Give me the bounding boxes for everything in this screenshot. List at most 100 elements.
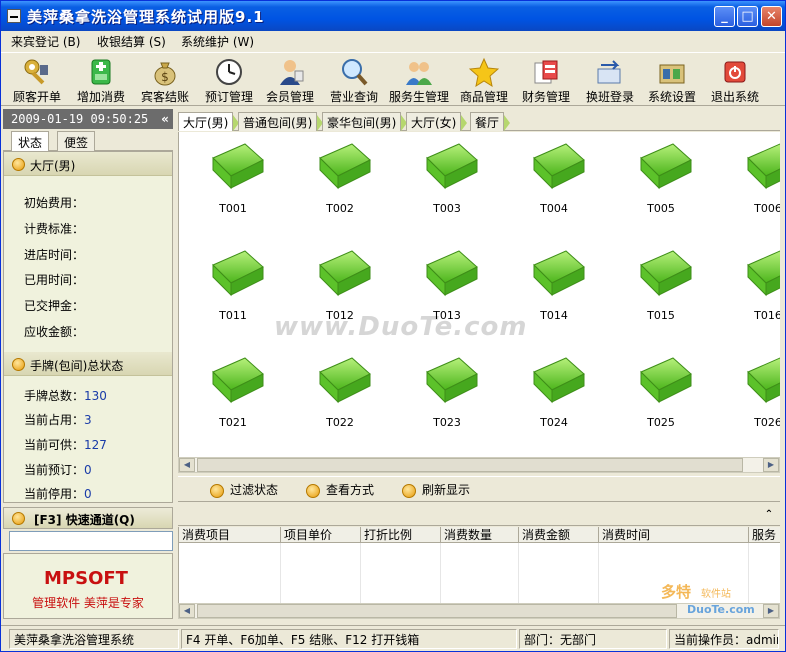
field-elapsed-time: 已用时间：	[24, 273, 85, 287]
room-tile[interactable]: T011	[193, 239, 273, 329]
room-number: T023	[433, 416, 461, 429]
room-folder-icon	[319, 143, 371, 190]
room-number: T026	[754, 416, 780, 429]
divider	[280, 543, 281, 603]
svg-text:$: $	[161, 70, 169, 84]
tab-status[interactable]: 状态	[11, 131, 50, 151]
room-action-bar: 过滤状态 查看方式 刷新显示	[178, 476, 780, 502]
toolbar-exit-button[interactable]: 退出系统	[705, 53, 765, 105]
close-button[interactable]: ✕	[761, 6, 782, 27]
room-number: T016	[754, 309, 780, 322]
filter-status-button[interactable]: 过滤状态	[210, 481, 278, 499]
toolbar-reservation-button[interactable]: 预订管理	[199, 53, 259, 105]
column-header[interactable]: 消费项目	[179, 527, 281, 543]
column-header[interactable]: 项目单价	[281, 527, 361, 543]
refresh-button[interactable]: 刷新显示	[402, 481, 470, 499]
section-header-wristband[interactable]: 手牌(包间)总状态	[4, 352, 172, 376]
tab-hall-male[interactable]: 大厅(男)	[178, 112, 240, 131]
room-tile[interactable]: T003	[407, 132, 487, 222]
room-folder-icon	[319, 250, 371, 297]
toolbar-member-button[interactable]: 会员管理	[259, 53, 321, 105]
column-header[interactable]: 消费时间	[599, 527, 749, 543]
title-bar[interactable]: 美萍桑拿洗浴管理系统试用版9.1 _ □ ✕	[1, 1, 785, 31]
divider	[518, 543, 519, 603]
room-tile[interactable]: T014	[514, 239, 594, 329]
toolbar-product-button[interactable]: 商品管理	[453, 53, 515, 105]
toolbar-shift-login-button[interactable]: 换班登录	[579, 53, 641, 105]
room-folder-icon	[426, 143, 478, 190]
finance-icon	[534, 60, 558, 84]
tab-notes[interactable]: 便签	[57, 131, 96, 151]
room-folder-icon	[747, 143, 780, 190]
room-tile[interactable]: T013	[407, 239, 487, 329]
svg-text:多特: 多特	[661, 583, 691, 601]
column-header[interactable]: 消费金额	[519, 527, 599, 543]
room-grid: www.DuoTe.com T001 T002 T003 T004 T005 T006 T0…	[178, 132, 780, 457]
scroll-right-icon[interactable]: ▶	[763, 458, 779, 472]
stat-available: 当前可供：127	[24, 438, 107, 452]
menu-checkin[interactable]: 来宾登记 (B)	[11, 33, 80, 50]
stat-occupied: 当前占用：3	[24, 413, 92, 427]
room-tile[interactable]: T022	[300, 346, 380, 436]
tab-deluxe-room-male[interactable]: 豪华包间(男)	[322, 112, 408, 131]
scroll-thumb[interactable]	[197, 604, 677, 618]
room-tile[interactable]: T023	[407, 346, 487, 436]
room-folder-icon	[533, 357, 585, 404]
scroll-left-icon[interactable]: ◀	[179, 604, 195, 618]
power-icon	[724, 61, 746, 83]
room-tile[interactable]: T015	[621, 239, 701, 329]
toolbar-business-query-button[interactable]: 营业查询	[323, 53, 385, 105]
site-watermark-logo: 多特 软件站 DuoTe.com	[661, 583, 755, 616]
room-tile[interactable]: T021	[193, 346, 273, 436]
room-number: T003	[433, 202, 461, 215]
room-tile[interactable]: T006	[728, 132, 780, 222]
room-tile[interactable]: T024	[514, 346, 594, 436]
stat-total: 手牌总数：130	[24, 389, 107, 403]
room-tile[interactable]: T012	[300, 239, 380, 329]
room-number: T006	[754, 202, 780, 215]
column-header[interactable]: 打折比例	[361, 527, 441, 543]
divider	[360, 543, 361, 603]
maximize-button[interactable]: □	[737, 6, 758, 27]
quick-access-header[interactable]: [F3] 快速通道(Q)	[3, 507, 173, 529]
toolbar-staff-button[interactable]: 服务生管理	[385, 53, 453, 105]
scroll-thumb[interactable]	[197, 458, 743, 472]
expand-up-icon[interactable]: ⌃	[762, 508, 776, 522]
room-number: T011	[219, 309, 247, 322]
room-tile[interactable]: T005	[621, 132, 701, 222]
menu-maintenance[interactable]: 系统维护 (W)	[181, 33, 254, 50]
column-header[interactable]: 服务	[749, 527, 780, 543]
toolbar-open-order-button[interactable]: 顾客开单	[7, 53, 67, 105]
room-tile[interactable]: T004	[514, 132, 594, 222]
room-folder-icon	[319, 357, 371, 404]
section-header-hall[interactable]: 大厅(男)	[4, 152, 172, 176]
room-tile[interactable]: T001	[193, 132, 273, 222]
tab-hall-female[interactable]: 大厅(女)	[406, 112, 468, 131]
room-folder-icon	[533, 250, 585, 297]
scroll-left-icon[interactable]: ◀	[179, 458, 195, 472]
collapse-panel-button[interactable]: «	[157, 109, 173, 129]
room-tile[interactable]: T026	[728, 346, 780, 436]
room-tile[interactable]: T002	[300, 132, 380, 222]
tab-restaurant[interactable]: 餐厅	[470, 112, 511, 131]
toolbar-checkout-button[interactable]: $ 宾客结账	[135, 53, 195, 105]
field-billing-standard: 计费标准：	[24, 222, 85, 236]
add-consumption-icon	[91, 59, 111, 85]
toolbar-settings-button[interactable]: 系统设置	[641, 53, 703, 105]
quick-access-input[interactable]	[9, 531, 173, 551]
divider	[440, 543, 441, 603]
room-folder-icon	[747, 250, 780, 297]
collapse-circle-icon	[12, 512, 25, 525]
room-tile[interactable]: T016	[728, 239, 780, 329]
view-mode-button[interactable]: 查看方式	[306, 481, 374, 499]
toolbar-add-consumption-button[interactable]: 增加消费	[71, 53, 131, 105]
minimize-button[interactable]: _	[714, 6, 735, 27]
toolbar-finance-button[interactable]: 财务管理	[515, 53, 577, 105]
collapse-circle-icon	[12, 358, 25, 371]
menu-checkout[interactable]: 收银结算 (S)	[97, 33, 166, 50]
column-header[interactable]: 消费数量	[441, 527, 519, 543]
tab-standard-room-male[interactable]: 普通包间(男)	[238, 112, 324, 131]
room-tile[interactable]: T025	[621, 346, 701, 436]
room-grid-scrollbar[interactable]: ◀ ▶	[178, 457, 780, 473]
app-icon[interactable]	[7, 9, 21, 23]
